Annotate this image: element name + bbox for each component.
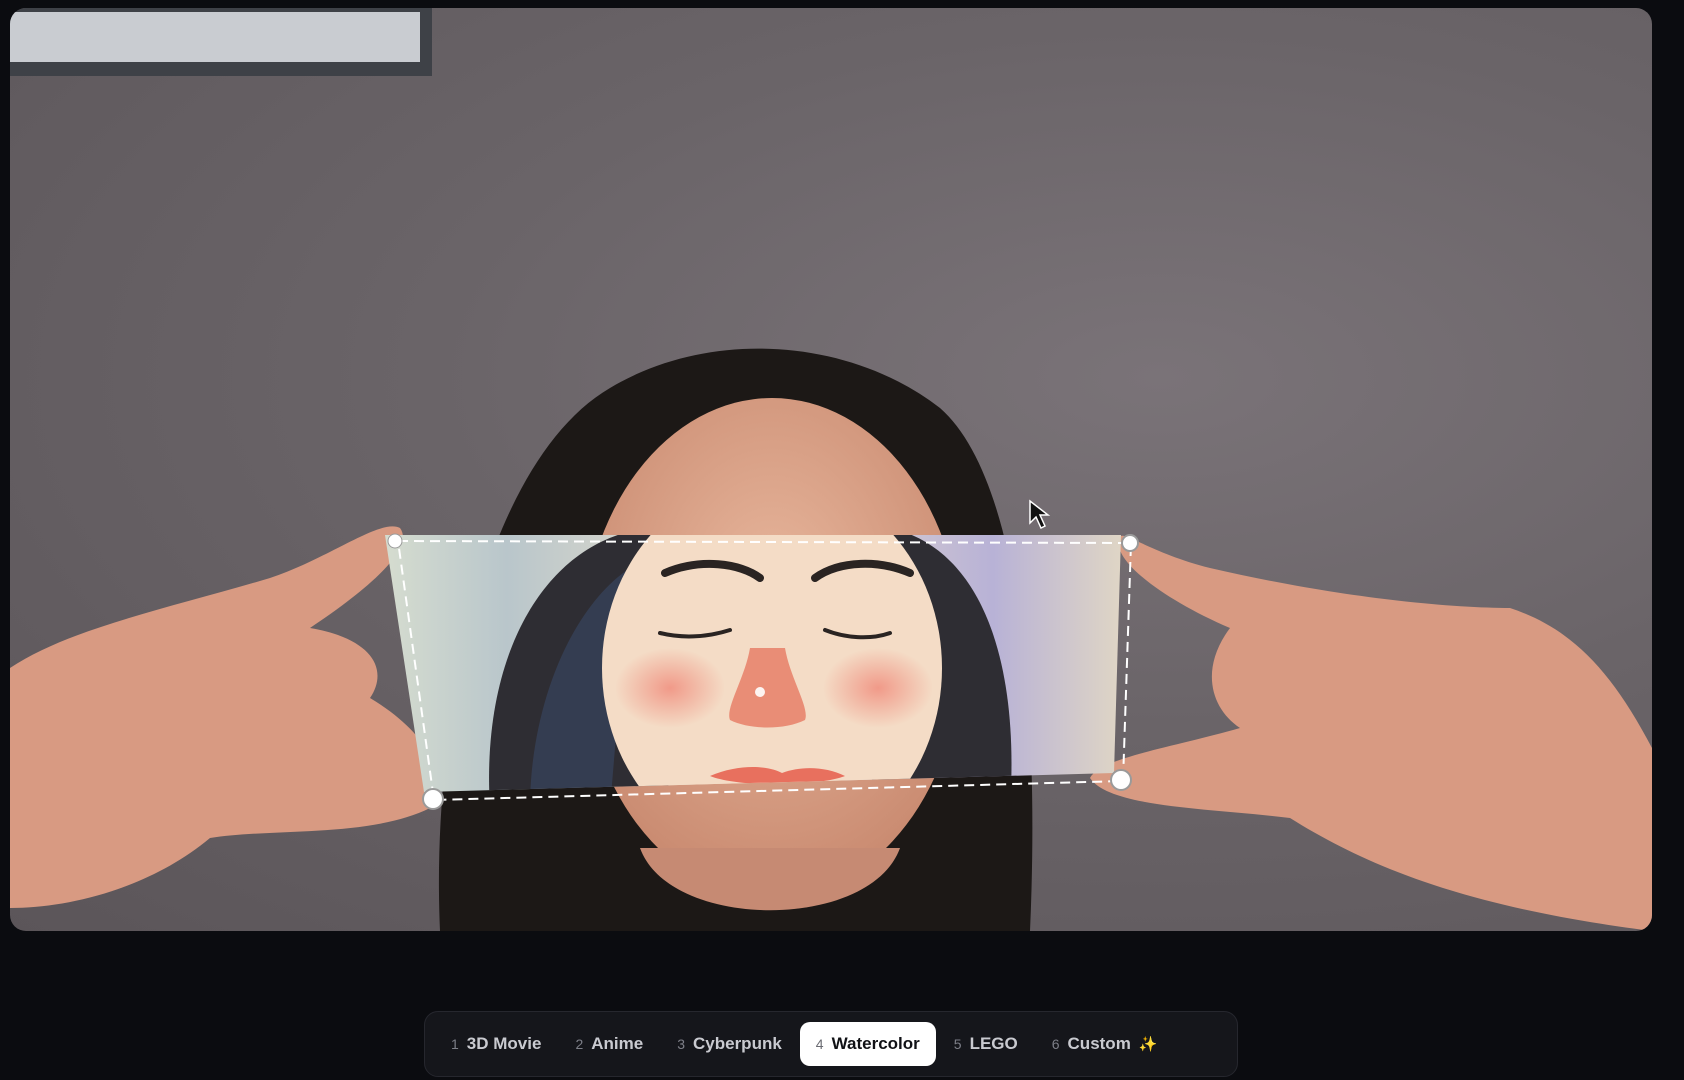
tab-shortcut-number: 2 bbox=[575, 1036, 584, 1052]
wall-frame-edge bbox=[10, 12, 420, 62]
tab-label: Anime bbox=[591, 1034, 644, 1053]
style-tab-watercolor[interactable]: 4 Watercolor bbox=[799, 1022, 936, 1066]
tab-shortcut-number: 3 bbox=[677, 1036, 685, 1052]
app-root: 1 3D Movie 2 Anime 3 Cyberpunk 4 Waterco… bbox=[0, 0, 1684, 1080]
cursor-icon bbox=[1029, 499, 1051, 530]
left-hand bbox=[10, 526, 437, 908]
style-tab-anime[interactable]: 2 Anime bbox=[559, 1022, 659, 1066]
tab-label: Watercolor bbox=[831, 1034, 920, 1053]
camera-viewport bbox=[10, 8, 1652, 931]
tab-shortcut-number: 4 bbox=[815, 1036, 824, 1052]
sparkle-icon: ✨ bbox=[1138, 1036, 1158, 1053]
tab-shortcut-number: 5 bbox=[953, 1036, 962, 1052]
style-tab-custom[interactable]: 6 Custom ✨ bbox=[1036, 1022, 1174, 1066]
style-selector-bar: 1 3D Movie 2 Anime 3 Cyberpunk 4 Waterco… bbox=[424, 1011, 1238, 1077]
tab-label: 3D Movie bbox=[466, 1034, 542, 1053]
tab-shortcut-number: 6 bbox=[1051, 1036, 1060, 1052]
style-tab-3d-movie[interactable]: 1 3D Movie bbox=[435, 1022, 557, 1066]
handle-bottom-left[interactable] bbox=[422, 788, 444, 810]
handle-bottom-right[interactable] bbox=[1110, 769, 1132, 791]
style-tab-lego[interactable]: 5 LEGO bbox=[938, 1022, 1034, 1066]
tab-label: Cyberpunk bbox=[693, 1034, 782, 1053]
right-hand bbox=[1090, 535, 1652, 931]
camera-scene bbox=[10, 8, 1652, 931]
tab-label: LEGO bbox=[969, 1034, 1018, 1053]
tab-label: Custom bbox=[1067, 1034, 1131, 1053]
style-tab-cyberpunk[interactable]: 3 Cyberpunk bbox=[661, 1022, 798, 1066]
handle-top-left[interactable] bbox=[387, 533, 403, 549]
tab-shortcut-number: 1 bbox=[451, 1036, 459, 1052]
handle-top-right[interactable] bbox=[1121, 534, 1139, 552]
